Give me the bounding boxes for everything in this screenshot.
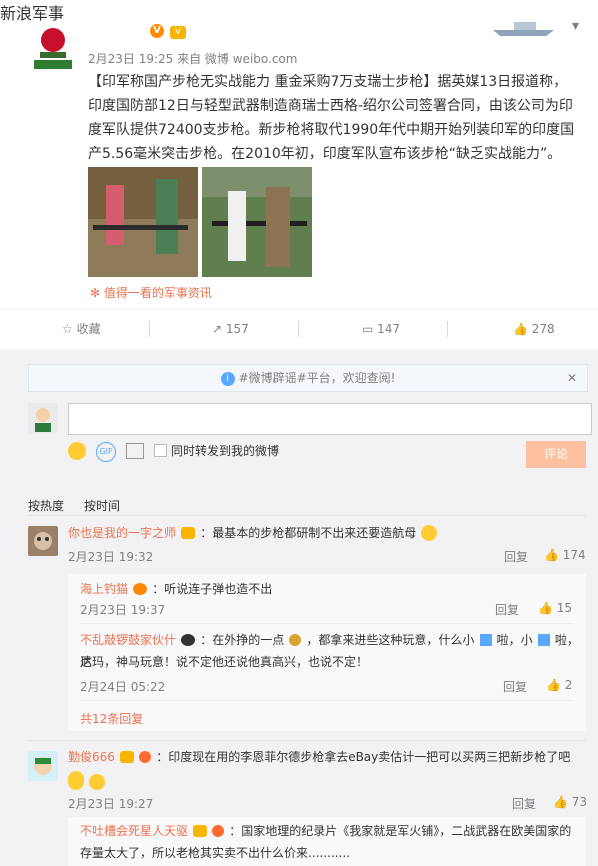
gif-icon[interactable]: GIF: [96, 442, 116, 462]
close-icon[interactable]: ✕: [567, 365, 577, 391]
post-meta: 2月23日 19:25 来自 微博 weibo.com: [88, 52, 298, 66]
reply-like[interactable]: 👍 15: [538, 601, 572, 615]
comment-1: 你也是我的一字之师 ：最基本的步枪都研制不出来还要造航母: [68, 522, 586, 544]
post-photo-2[interactable]: [202, 167, 312, 277]
tab-hot[interactable]: 按热度: [28, 497, 64, 514]
cover-ship-icon: [488, 10, 560, 40]
reply-button[interactable]: 回复: [503, 678, 527, 695]
replier-name[interactable]: 不乱敲锣鼓家伙什: [80, 633, 176, 647]
plane-icon: [479, 633, 492, 646]
jet-icon: [537, 633, 550, 646]
vip-icon: [181, 526, 196, 539]
panda-icon: [181, 633, 196, 646]
reply-3: 不吐槽会死星人天驱 ：国家地理的纪录片《我家就是军火铺》，二战武器在欧美国家的: [80, 820, 580, 842]
comment-2: 勤俊666 ：印度现在用的李恩菲尔德步枪拿去eBay卖估计一把可以买两三把新步枪…: [68, 746, 586, 787]
post-actions: ☆ 收藏 ↗ 157 ▭ 147 👍 278: [0, 308, 598, 350]
thumb-up-icon: 👍: [553, 795, 572, 809]
reply-time: 2月24日 05:22: [80, 680, 166, 694]
image-icon[interactable]: [126, 443, 144, 459]
reply-text-b: ，都拿来进些这种玩意，什么小: [306, 633, 475, 647]
reply-text-a: ：国家地理的纪录片《我家就是军火铺》，二战武器在欧美国家的: [229, 824, 572, 838]
fire-icon: [212, 824, 225, 837]
replier-name[interactable]: 海上钓猫: [80, 582, 128, 596]
reply-button[interactable]: 回复: [495, 601, 519, 618]
like-button[interactable]: 👍 278: [513, 309, 555, 349]
thumb-up-icon: 👍: [546, 678, 565, 692]
reply-text-e: 尼玛，神马玩意！说不定他还说他真高兴，也说不定！: [80, 655, 369, 669]
repost-icon: ↗: [212, 322, 226, 336]
money-bag-icon: [289, 633, 302, 646]
rumor-notice: i #微博辟谣#平台，欢迎查阅! ✕: [28, 364, 588, 392]
vip-icon: V: [170, 26, 186, 39]
my-avatar[interactable]: [28, 403, 58, 433]
info-icon: i: [220, 371, 235, 386]
thumb-up-icon: 👍: [513, 322, 532, 336]
emoji-icon: [89, 773, 106, 790]
account-logo-icon: [34, 28, 72, 69]
favorite-button[interactable]: ☆ 收藏: [62, 309, 101, 349]
reply-text-b: 存量太大了，所以老枪其实卖不出什么价来...........: [80, 846, 350, 860]
commenter-name[interactable]: 勤俊666: [68, 750, 115, 764]
comment-icon: ▭: [362, 322, 378, 336]
comment-avatar[interactable]: [28, 751, 58, 781]
tab-time[interactable]: 按时间: [84, 497, 120, 514]
comment-text: ：印度现在用的李恩菲尔德步枪拿去eBay卖估计一把可以买两三把新步枪了吧: [156, 750, 571, 764]
thumb-up-icon: 👍: [544, 548, 563, 562]
comment-like[interactable]: 👍 174: [544, 548, 586, 562]
comment-input[interactable]: [68, 403, 592, 435]
vip-icon: [120, 750, 134, 763]
reply-text: ：听说连子弹也造不出: [152, 582, 273, 596]
star-icon: ☆: [62, 322, 77, 336]
reply-text-a: ：在外挣的一点: [200, 633, 285, 647]
reply-button[interactable]: 回复: [512, 795, 536, 812]
reply-1: 海上钓猫 ：听说连子弹也造不出: [80, 578, 580, 600]
emoji-icon[interactable]: [68, 442, 86, 460]
fire-icon: [139, 750, 152, 763]
chevron-down-icon[interactable]: ▾: [572, 18, 590, 36]
submit-comment-button[interactable]: 评论: [526, 441, 586, 468]
comment-emoji-row: [68, 771, 106, 790]
comment-time: 2月23日 19:27: [68, 797, 154, 811]
account-name[interactable]: 新浪军事: [0, 0, 64, 24]
reply-text-c: 啦，小: [496, 633, 533, 647]
reply-button[interactable]: 回复: [504, 548, 528, 565]
post-photo-1[interactable]: [88, 167, 198, 277]
comment-text: ：最基本的步枪都研制不出来还要造航母: [200, 526, 417, 540]
replier-name[interactable]: 不吐槽会死星人天驱: [80, 824, 188, 838]
reply-time: 2月23日 19:37: [80, 603, 166, 617]
vip-icon: [133, 582, 148, 595]
post-text: 【印军称国产步枪无实战能力 重金采购7万支瑞士步枪】据英媒13日报道称，印度国防…: [88, 74, 575, 162]
emoji-icon: [421, 524, 438, 541]
sponsor-icon: ✻: [90, 286, 104, 300]
emoji-icon: [68, 773, 84, 790]
more-replies-link[interactable]: 共12条回复: [80, 710, 143, 727]
vip-icon: [193, 824, 208, 837]
comment-time: 2月23日 19:32: [68, 550, 154, 564]
commenter-name[interactable]: 你也是我的一字之师: [68, 526, 176, 540]
repost-checkbox-label: 同时转发到我的微博: [171, 444, 280, 458]
thumb-up-icon: 👍: [538, 601, 557, 615]
repost-checkbox[interactable]: [154, 444, 167, 457]
reply-like[interactable]: 👍 2: [546, 678, 572, 692]
sponsor-link[interactable]: ✻ 值得一看的军事资讯: [90, 284, 212, 301]
comment-button[interactable]: ▭ 147: [362, 309, 400, 349]
verified-badge-icon: V: [150, 24, 164, 38]
comment-like[interactable]: 👍 73: [553, 795, 587, 809]
repost-button[interactable]: ↗ 157: [212, 309, 249, 349]
comment-avatar[interactable]: [28, 526, 58, 556]
account-avatar[interactable]: [28, 22, 78, 72]
